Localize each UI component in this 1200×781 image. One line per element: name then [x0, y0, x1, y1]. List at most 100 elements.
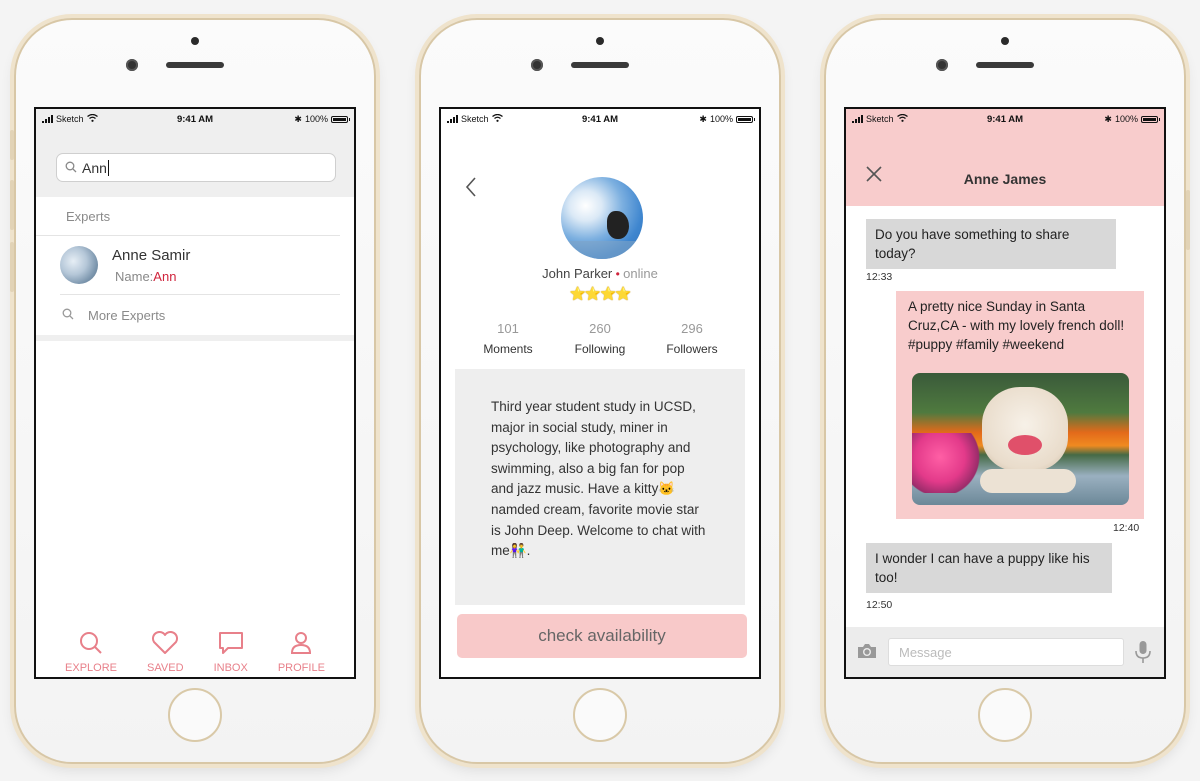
- bottom-tab-bar: EXPLORE SAVED INBOX PROFILE: [36, 627, 354, 677]
- wifi-icon: [896, 113, 908, 124]
- power-button: [1186, 190, 1190, 250]
- person-icon: [290, 631, 312, 658]
- presence-status: online: [623, 266, 658, 281]
- stat-following[interactable]: 260 Following: [557, 321, 643, 356]
- profile-stats: 101 Moments 260 Following 296 Followers: [465, 321, 735, 356]
- message-time: 12:33: [866, 271, 893, 283]
- tab-profile[interactable]: PROFILE: [278, 631, 325, 674]
- profile-avatar: [561, 177, 643, 259]
- phone-frame-profile: Sketch 9:41 AM ✱ 100% John Parker • onlin…: [419, 18, 781, 764]
- stat-moments[interactable]: 101 Moments: [465, 321, 551, 356]
- divider: [36, 335, 354, 341]
- message-bubble-incoming: I wonder I can have a puppy like his too…: [866, 543, 1112, 593]
- status-bar: Sketch 9:41 AM ✱ 100%: [441, 109, 759, 129]
- back-chevron-icon[interactable]: [465, 173, 477, 204]
- text-caret: [107, 159, 109, 176]
- chat-title: Anne James: [963, 171, 1047, 187]
- rating-stars: ⭐⭐⭐⭐: [569, 286, 632, 301]
- shared-dog-photo[interactable]: [912, 373, 1129, 505]
- stat-label: Moments: [483, 342, 533, 356]
- stat-value: 296: [681, 321, 703, 336]
- bluetooth-icon: ✱: [699, 113, 707, 124]
- more-experts-label: More Experts: [88, 307, 166, 323]
- heart-icon: [151, 630, 179, 658]
- front-camera: [126, 59, 138, 71]
- tab-label: SAVED: [147, 661, 184, 674]
- result-sub-match: Ann: [153, 268, 177, 284]
- camera-icon[interactable]: [856, 641, 878, 663]
- message-composer: Message: [846, 627, 1164, 677]
- stat-label: Following: [574, 342, 626, 356]
- search-icon: [78, 631, 104, 658]
- carrier-label: Sketch: [56, 114, 84, 124]
- search-input[interactable]: Ann: [56, 153, 336, 182]
- result-sub-prefix: Name:: [115, 268, 154, 284]
- search-icon: [62, 308, 74, 323]
- message-text: A pretty nice Sunday in Santa Cruz,CA - …: [908, 299, 1125, 352]
- message-bubble-outgoing: A pretty nice Sunday in Santa Cruz,CA - …: [896, 291, 1144, 519]
- message-time: 12:40: [1113, 522, 1140, 534]
- profile-name: John Parker: [542, 266, 613, 281]
- search-icon: [65, 160, 77, 176]
- wifi-icon: [86, 113, 98, 124]
- search-header: Sketch 9:41 AM ✱ 100% Ann: [36, 109, 354, 197]
- battery-percent: 100%: [304, 114, 328, 124]
- profile-bio: Third year student study in UCSD, major …: [455, 369, 745, 605]
- avatar: [60, 246, 98, 284]
- tab-inbox[interactable]: INBOX: [214, 631, 248, 674]
- front-camera: [936, 59, 948, 71]
- check-availability-button[interactable]: check availability: [457, 614, 747, 658]
- carrier-label: Sketch: [866, 114, 894, 124]
- bluetooth-icon: ✱: [1104, 113, 1112, 124]
- section-label-experts: Experts: [36, 197, 340, 236]
- chat-header: Sketch 9:41 AM ✱ 100% Anne James: [846, 109, 1164, 206]
- earpiece-speaker: [976, 62, 1034, 68]
- volume-up-button: [10, 180, 14, 230]
- battery-percent: 100%: [709, 114, 733, 124]
- online-dot-icon: •: [612, 267, 624, 281]
- earpiece-speaker: [571, 62, 629, 68]
- message-time: 12:50: [866, 599, 893, 611]
- front-camera: [531, 59, 543, 71]
- stat-followers[interactable]: 296 Followers: [649, 321, 735, 356]
- signal-icon: [447, 115, 458, 123]
- message-input[interactable]: Message: [888, 638, 1124, 666]
- search-result-item[interactable]: Anne Samir Name:Ann: [60, 236, 340, 295]
- status-bar: Sketch 9:41 AM ✱ 100%: [36, 109, 354, 129]
- tab-label: EXPLORE: [65, 661, 117, 674]
- battery-icon: [331, 115, 350, 123]
- battery-icon: [1141, 115, 1160, 123]
- proximity-sensor: [1001, 37, 1009, 45]
- stat-label: Followers: [666, 342, 718, 356]
- status-time: 9:41 AM: [176, 113, 214, 125]
- profile-name-line: John Parker • online: [441, 266, 759, 281]
- signal-icon: [42, 115, 53, 123]
- microphone-icon[interactable]: [1134, 640, 1154, 664]
- bluetooth-icon: ✱: [294, 113, 302, 124]
- screen-profile: Sketch 9:41 AM ✱ 100% John Parker • onlin…: [439, 107, 761, 679]
- battery-icon: [736, 115, 755, 123]
- screen-search: Sketch 9:41 AM ✱ 100% Ann Experts Anne Sa…: [34, 107, 356, 679]
- search-query: Ann: [82, 159, 107, 176]
- earpiece-speaker: [166, 62, 224, 68]
- tab-explore[interactable]: EXPLORE: [65, 631, 117, 674]
- result-name: Anne Samir: [112, 246, 191, 264]
- tab-saved[interactable]: SAVED: [147, 630, 184, 674]
- message-bubble-incoming: Do you have something to share today?: [866, 219, 1116, 269]
- signal-icon: [852, 115, 863, 123]
- stat-value: 101: [497, 321, 519, 336]
- home-button: [573, 688, 627, 742]
- phone-frame-search: Sketch 9:41 AM ✱ 100% Ann Experts Anne Sa…: [10, 18, 376, 764]
- chat-bubble-icon: [218, 631, 244, 658]
- wifi-icon: [491, 113, 503, 124]
- status-time: 9:41 AM: [581, 113, 619, 125]
- phone-frame-chat: Sketch 9:41 AM ✱ 100% Anne James Do you h…: [824, 18, 1190, 764]
- more-experts-link[interactable]: More Experts: [36, 295, 354, 335]
- stat-value: 260: [589, 321, 611, 336]
- result-subtitle: Name:Ann: [112, 269, 190, 284]
- status-bar: Sketch 9:41 AM ✱ 100%: [846, 109, 1164, 129]
- home-button: [168, 688, 222, 742]
- mute-switch: [10, 130, 14, 160]
- tab-label: PROFILE: [277, 661, 325, 674]
- screen-chat: Sketch 9:41 AM ✱ 100% Anne James Do you h…: [844, 107, 1166, 679]
